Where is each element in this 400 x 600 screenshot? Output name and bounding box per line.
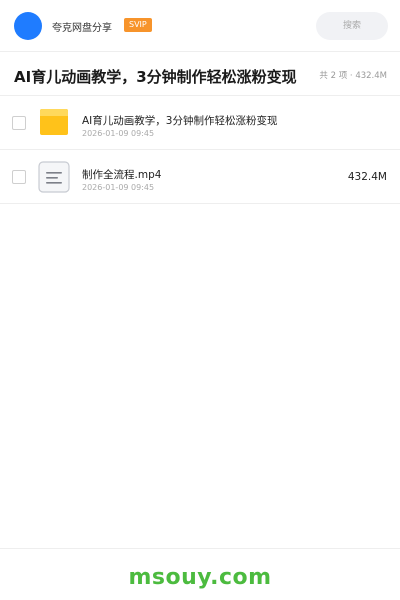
list-item-file[interactable]: 制作全流程.mp4 2026-01-09 09:45 432.4M xyxy=(0,150,400,204)
folder-icon xyxy=(40,109,68,135)
item-summary: 共 2 项 · 432.4M xyxy=(319,71,387,81)
file-date: 2026-01-09 09:45 xyxy=(82,183,155,192)
footer-brand[interactable]: msouy.com xyxy=(0,565,400,590)
page-title: AI育儿动画教学，3分钟制作轻松涨粉变现 xyxy=(14,68,297,86)
file-name: 制作全流程.mp4 xyxy=(82,169,162,181)
select-checkbox[interactable] xyxy=(12,116,26,130)
share-page: 夸克网盘分享 SVIP AI育儿动画教学，3分钟制作轻松涨粉变现 共 2 项 ·… xyxy=(0,0,400,600)
select-checkbox[interactable] xyxy=(12,170,26,184)
file-name: AI育儿动画教学，3分钟制作轻松涨粉变现 xyxy=(82,115,278,127)
file-size: 432.4M xyxy=(347,171,387,183)
list-item-folder[interactable]: AI育儿动画教学，3分钟制作轻松涨粉变现 2026-01-09 09:45 xyxy=(0,96,400,150)
avatar[interactable] xyxy=(14,12,42,40)
app-name: 夸克网盘分享 xyxy=(52,23,112,34)
svip-badge: SVIP xyxy=(124,18,152,32)
title-row: AI育儿动画教学，3分钟制作轻松涨粉变现 共 2 项 · 432.4M xyxy=(0,52,400,96)
search-input[interactable] xyxy=(316,12,388,40)
file-date: 2026-01-09 09:45 xyxy=(82,129,155,138)
header: 夸克网盘分享 SVIP xyxy=(0,0,400,52)
footer: msouy.com xyxy=(0,548,400,600)
document-icon xyxy=(38,161,70,193)
